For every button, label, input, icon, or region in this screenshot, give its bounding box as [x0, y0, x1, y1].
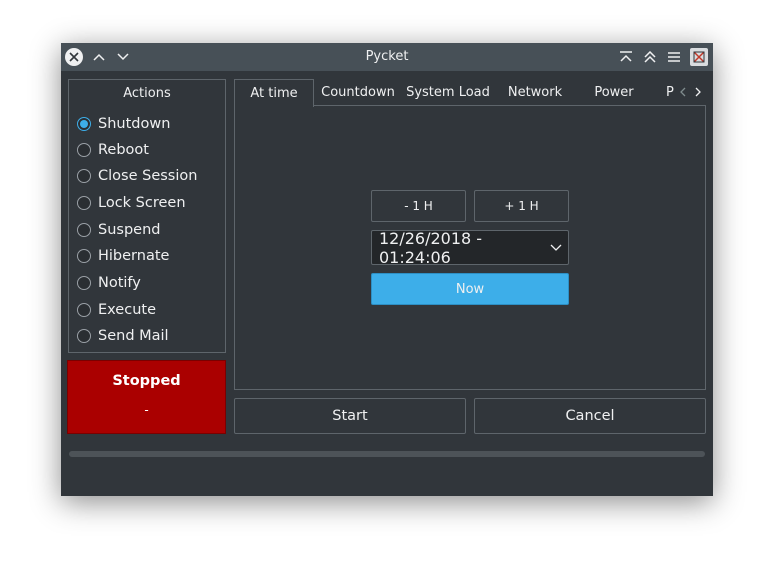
radio-button-icon[interactable]: [77, 196, 91, 210]
actions-group: Actions Shutdown Reboot Close Session Lo…: [68, 79, 226, 353]
chevron-left-icon: [679, 87, 685, 97]
datetime-value: 12/26/2018 - 01:24:06: [379, 228, 483, 267]
progress-bar: [69, 451, 705, 457]
tab-partial[interactable]: P: [652, 79, 674, 106]
plus-hour-button[interactable]: + 1 H: [474, 190, 569, 222]
radio-label: Lock Screen: [98, 195, 186, 211]
tab-bar: At time Countdown System Load Network Po…: [234, 79, 706, 107]
radio-send-mail[interactable]: Send Mail: [77, 326, 169, 346]
radio-button-icon[interactable]: [77, 249, 91, 263]
tab-at-time[interactable]: At time: [234, 79, 314, 107]
status-title: Stopped: [112, 373, 181, 389]
radio-notify[interactable]: Notify: [77, 273, 141, 293]
menu-icon: [668, 52, 680, 62]
chevron-down-icon: [550, 244, 562, 251]
tab-scroll-right-button[interactable]: [690, 79, 706, 106]
double-chevron-up-icon: [644, 51, 656, 63]
app-icon: [690, 48, 708, 66]
status-panel: Stopped -: [67, 360, 226, 434]
radio-button-icon[interactable]: [77, 303, 91, 317]
radio-button-icon[interactable]: [77, 276, 91, 290]
radio-label: Execute: [98, 302, 156, 318]
window-menu-button[interactable]: [666, 49, 682, 65]
radio-label: Shutdown: [98, 116, 171, 132]
radio-label: Reboot: [98, 142, 149, 158]
minimize-button[interactable]: [618, 49, 634, 65]
radio-label: Send Mail: [98, 328, 169, 344]
radio-reboot[interactable]: Reboot: [77, 140, 149, 160]
radio-button-icon[interactable]: [77, 169, 91, 183]
radio-close-session[interactable]: Close Session: [77, 166, 197, 186]
radio-execute[interactable]: Execute: [77, 300, 156, 320]
tab-power[interactable]: Power: [576, 79, 652, 106]
tab-system-load[interactable]: System Load: [402, 79, 494, 106]
radio-button-icon[interactable]: [77, 117, 91, 131]
radio-lock-screen[interactable]: Lock Screen: [77, 193, 186, 213]
cancel-button[interactable]: Cancel: [474, 398, 706, 434]
radio-hibernate[interactable]: Hibernate: [77, 246, 169, 266]
radio-label: Close Session: [98, 168, 198, 184]
start-button[interactable]: Start: [234, 398, 466, 434]
radio-label: Notify: [98, 275, 141, 291]
now-button[interactable]: Now: [371, 273, 569, 305]
tab-countdown[interactable]: Countdown: [314, 79, 402, 106]
main-window: Pycket Actions Shutdown Reboot Close Ses…: [61, 43, 713, 496]
radio-label: Suspend: [98, 222, 161, 238]
minus-hour-button[interactable]: - 1 H: [371, 190, 466, 222]
maximize-button[interactable]: [642, 49, 658, 65]
radio-button-icon[interactable]: [77, 329, 91, 343]
radio-label: Hibernate: [98, 248, 170, 264]
window-title: Pycket: [365, 49, 409, 64]
minimize-icon: [620, 51, 632, 62]
app-logo-icon: [693, 51, 705, 63]
radio-button-icon[interactable]: [77, 143, 91, 157]
actions-title: Actions: [123, 86, 171, 101]
status-value: -: [144, 403, 149, 417]
title-bar: Pycket: [61, 43, 713, 71]
at-time-page: - 1 H + 1 H 12/26/2018 - 01:24:06 Now: [234, 106, 706, 390]
chevron-right-icon: [695, 87, 701, 97]
tab-network[interactable]: Network: [494, 79, 576, 106]
radio-shutdown[interactable]: Shutdown: [77, 114, 170, 134]
datetime-picker[interactable]: 12/26/2018 - 01:24:06: [371, 228, 569, 267]
radio-button-icon[interactable]: [77, 223, 91, 237]
tab-scroll-left-button[interactable]: [674, 79, 690, 106]
radio-suspend[interactable]: Suspend: [77, 220, 160, 240]
